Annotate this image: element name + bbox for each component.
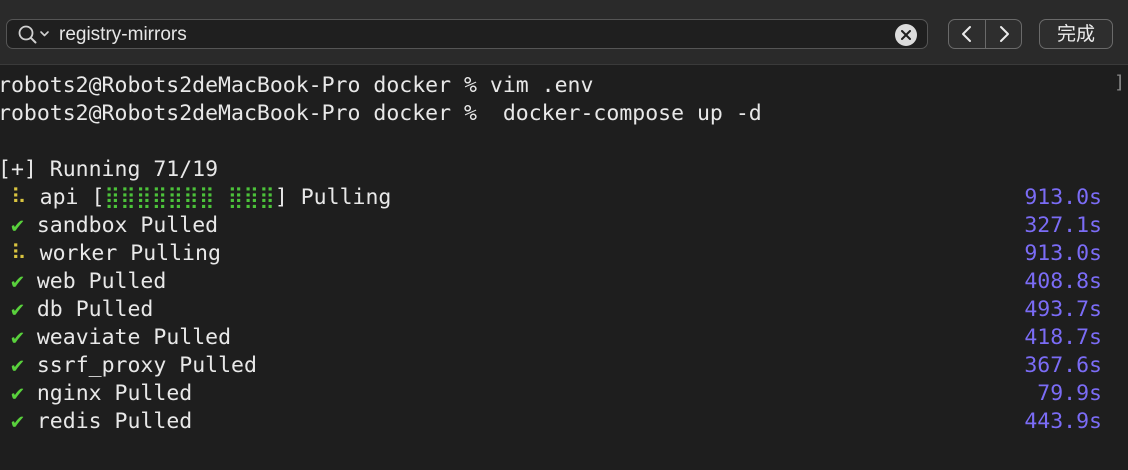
service-row: ✔ sandbox Pulled [0, 212, 218, 240]
service-name: weaviate [36, 325, 141, 350]
elapsed-time: 327.1s [1024, 213, 1102, 238]
service-row: ✔ redis Pulled [0, 408, 192, 436]
spinner-icon: ⠧ [10, 185, 27, 210]
service-name: sandbox [36, 213, 128, 238]
service-state: Pulled [114, 409, 193, 434]
elapsed-time: 408.8s [1024, 269, 1102, 294]
service-state: Pulled [88, 269, 167, 294]
check-icon: ✔ [10, 213, 24, 238]
check-icon: ✔ [10, 325, 24, 350]
compose-status: [+] Running 71/19 [0, 157, 219, 182]
service-name: ssrf_proxy [36, 353, 167, 378]
chevron-left-icon [962, 26, 971, 42]
service-name: worker [39, 241, 118, 266]
check-icon: ✔ [10, 269, 24, 294]
elapsed-time: 418.7s [1024, 325, 1102, 350]
elapsed-time: 443.9s [1024, 409, 1102, 434]
service-state: Pulled [153, 325, 232, 350]
service-row: ✔ db Pulled [0, 296, 153, 324]
chevron-right-icon [1000, 26, 1009, 42]
service-state: Pulling [130, 241, 221, 266]
service-name: nginx [36, 381, 102, 406]
search-field[interactable]: registry-mirrors [6, 19, 928, 49]
check-icon: ✔ [10, 381, 24, 406]
elapsed-time: 913.0s [1024, 185, 1102, 210]
elapsed-time: 913.0s [1024, 241, 1102, 266]
find-navigation [948, 19, 1022, 49]
check-icon: ✔ [10, 409, 24, 434]
clear-icon[interactable] [895, 24, 917, 46]
spinner-icon: ⠧ [10, 241, 27, 266]
search-input[interactable]: registry-mirrors [59, 23, 187, 47]
service-state: Pulled [75, 297, 154, 322]
service-row: ⠧ api [⣿⣿⣿⣿⣿⣿⣿ ⣿⣿⣿] Pulling [0, 184, 391, 212]
elapsed-time: 493.7s [1024, 297, 1102, 322]
find-previous-button[interactable] [949, 20, 985, 48]
find-bar: registry-mirrors 完成 [0, 0, 1128, 65]
service-row: ✔ nginx Pulled [0, 380, 192, 408]
check-icon: ✔ [10, 297, 24, 322]
service-name: api [39, 185, 79, 210]
progress-bar: [⣿⣿⣿⣿⣿⣿⣿ ⣿⣿⣿] [91, 185, 288, 210]
prompt-line-2: robots2@Robots2deMacBook-Pro docker % do… [0, 101, 762, 126]
terminal-output[interactable]: ] robots2@Robots2deMacBook-Pro docker % … [0, 64, 1128, 470]
search-icon[interactable] [17, 24, 53, 46]
terminal-window: registry-mirrors 完成] robots2@Robots2deM… [0, 0, 1128, 470]
check-icon: ✔ [10, 353, 24, 378]
done-button[interactable]: 完成 [1039, 19, 1113, 49]
service-state: Pulling [300, 185, 392, 210]
service-row: ✔ weaviate Pulled [0, 324, 231, 352]
service-state: Pulled [179, 353, 257, 378]
scroll-marker: ] [1114, 72, 1125, 93]
service-state: Pulled [114, 381, 193, 406]
service-name: db [36, 297, 63, 322]
service-name: redis [36, 409, 102, 434]
service-row: ✔ ssrf_proxy Pulled [0, 352, 257, 380]
service-state: Pulled [140, 213, 219, 238]
elapsed-time: 79.9s [1037, 381, 1102, 406]
service-row: ✔ web Pulled [0, 268, 166, 296]
prompt-line-1: robots2@Robots2deMacBook-Pro docker % vi… [0, 73, 594, 98]
find-next-button[interactable] [986, 20, 1022, 48]
service-name: web [36, 269, 76, 294]
service-row: ⠧ worker Pulling [0, 240, 221, 268]
elapsed-time: 367.6s [1024, 353, 1102, 378]
